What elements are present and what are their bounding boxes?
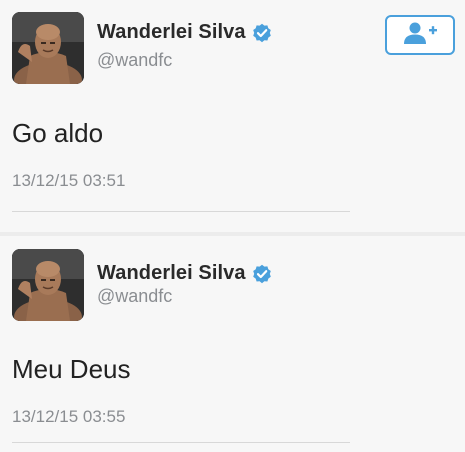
avatar-photo <box>12 12 84 84</box>
handle[interactable]: @wandfc <box>97 286 172 307</box>
tweet-text: Meu Deus <box>12 354 131 384</box>
verified-badge-icon <box>252 23 272 43</box>
verified-badge-icon <box>252 264 272 284</box>
timestamp[interactable]: 13/12/15 03:55 <box>12 407 125 427</box>
divider <box>12 211 350 212</box>
avatar[interactable] <box>12 12 84 84</box>
tweet: Wanderlei Silva @wandfc Meu Deus 13/12/1… <box>0 236 465 452</box>
display-name[interactable]: Wanderlei Silva <box>97 21 246 44</box>
divider <box>12 442 350 443</box>
avatar[interactable] <box>12 249 84 321</box>
tweet-text: Go aldo <box>12 118 104 148</box>
name-row: Wanderlei Silva <box>97 21 272 44</box>
handle[interactable]: @wandfc <box>97 50 172 71</box>
timestamp[interactable]: 13/12/15 03:51 <box>12 171 125 191</box>
add-user-icon <box>401 21 439 50</box>
follow-button[interactable] <box>385 15 455 55</box>
avatar-photo <box>12 249 84 321</box>
name-row: Wanderlei Silva <box>97 262 272 285</box>
display-name[interactable]: Wanderlei Silva <box>97 262 246 285</box>
